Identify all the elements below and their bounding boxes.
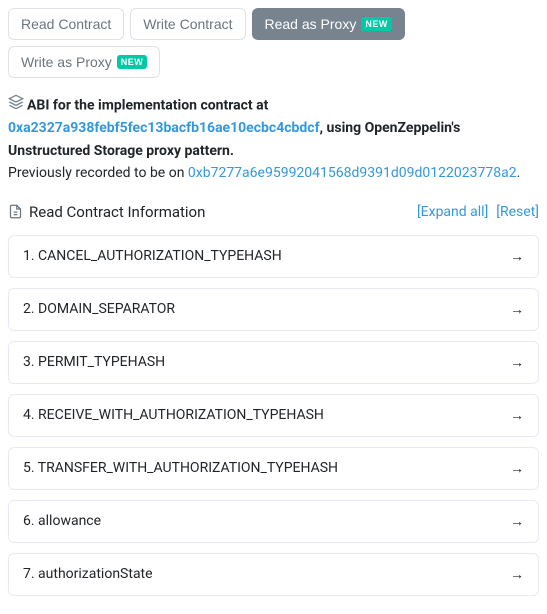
arrow-right-icon: →: [510, 354, 524, 371]
func-row[interactable]: 3. PERMIT_TYPEHASH →: [8, 341, 539, 384]
abi-info-prev: Previously recorded to be on 0xb7277a6e9…: [8, 162, 539, 184]
tab-read-proxy[interactable]: Read as Proxy NEW: [252, 8, 405, 40]
tab-write-proxy[interactable]: Write as Proxy NEW: [8, 46, 160, 78]
tab-label: Read Contract: [21, 16, 111, 32]
tab-label: Write Contract: [143, 16, 232, 32]
func-label: 6. allowance: [23, 513, 101, 529]
section-actions: [Expand all] [Reset]: [417, 204, 539, 220]
layers-icon: [8, 94, 24, 117]
arrow-right-icon: →: [510, 513, 524, 530]
func-label: 5. TRANSFER_WITH_AUTHORIZATION_TYPEHASH: [23, 460, 338, 476]
func-row[interactable]: 7. authorizationState →: [8, 553, 539, 596]
func-row[interactable]: 6. allowance →: [8, 500, 539, 543]
impl-address-link[interactable]: 0xa2327a938febf5fec13bacfb16ae10ecbc4cbd…: [8, 120, 320, 136]
section-title-wrap: Read Contract Information: [8, 203, 205, 221]
arrow-right-icon: →: [510, 460, 524, 477]
func-label: 3. PERMIT_TYPEHASH: [23, 354, 165, 370]
arrow-right-icon: →: [510, 407, 524, 424]
reset-link[interactable]: [Reset]: [496, 204, 539, 220]
func-row[interactable]: 5. TRANSFER_WITH_AUTHORIZATION_TYPEHASH →: [8, 447, 539, 490]
prev-address-link[interactable]: 0xb7277a6e95992041568d9391d09d0122023778…: [188, 165, 517, 181]
tab-write-contract[interactable]: Write Contract: [130, 8, 245, 40]
func-row[interactable]: 1. CANCEL_AUTHORIZATION_TYPEHASH →: [8, 235, 539, 278]
abi-info-line1: ABI for the implementation contract at 0…: [8, 94, 539, 140]
new-badge: NEW: [361, 17, 392, 31]
arrow-right-icon: →: [510, 566, 524, 583]
section-header: Read Contract Information [Expand all] […: [8, 203, 539, 221]
abi-info-block: ABI for the implementation contract at 0…: [8, 94, 539, 185]
prev-prefix: Previously recorded to be on: [8, 165, 188, 181]
func-label: 7. authorizationState: [23, 566, 153, 582]
abi-mid: , using OpenZeppelin's: [320, 120, 461, 136]
func-label: 1. CANCEL_AUTHORIZATION_TYPEHASH: [23, 248, 282, 264]
tab-label: Write as Proxy: [21, 54, 112, 70]
func-row[interactable]: 4. RECEIVE_WITH_AUTHORIZATION_TYPEHASH →: [8, 394, 539, 437]
suffix: .: [517, 165, 521, 181]
tab-label: Read as Proxy: [265, 16, 357, 32]
func-row[interactable]: 2. DOMAIN_SEPARATOR →: [8, 288, 539, 331]
func-label: 2. DOMAIN_SEPARATOR: [23, 301, 175, 317]
accordion-list: 1. CANCEL_AUTHORIZATION_TYPEHASH → 2. DOM…: [8, 235, 539, 596]
expand-all-link[interactable]: [Expand all]: [417, 204, 488, 220]
section-title: Read Contract Information: [29, 203, 205, 221]
arrow-right-icon: →: [510, 248, 524, 265]
abi-info-line2: Unstructured Storage proxy pattern.: [8, 140, 539, 162]
func-label: 4. RECEIVE_WITH_AUTHORIZATION_TYPEHASH: [23, 407, 324, 423]
tab-row: Read Contract Write Contract Read as Pro…: [8, 8, 539, 78]
pattern-text: Unstructured Storage proxy pattern.: [8, 143, 234, 159]
document-icon: [8, 204, 23, 219]
new-badge: NEW: [117, 55, 148, 69]
arrow-right-icon: →: [510, 301, 524, 318]
tab-read-contract[interactable]: Read Contract: [8, 8, 124, 40]
abi-prefix: ABI for the implementation contract at: [27, 97, 268, 113]
